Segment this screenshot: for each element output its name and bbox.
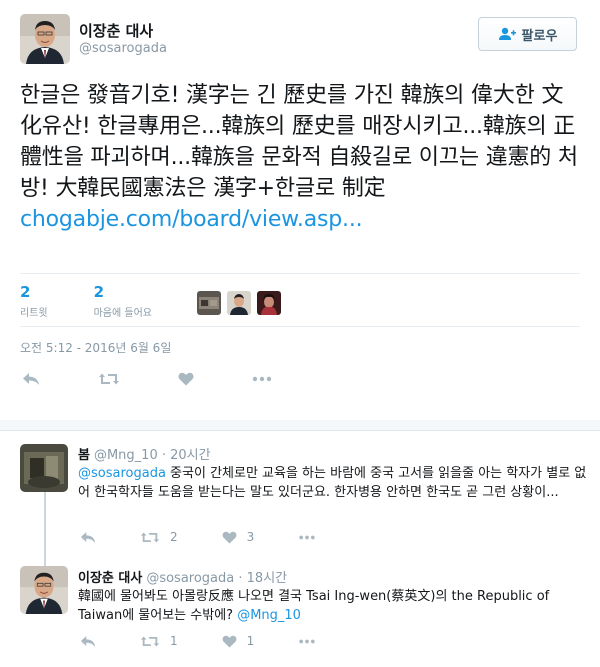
reply-time[interactable]: 18시간 <box>247 571 287 586</box>
reply-avatar[interactable] <box>20 566 68 614</box>
more-button[interactable] <box>298 535 316 540</box>
reply-icon <box>80 635 96 648</box>
like-button[interactable]: 1 <box>222 634 255 648</box>
reply-author-handle[interactable]: @Mng_10 <box>94 448 158 463</box>
reply-header: 이장춘 대사 @sosarogada · 18시간 <box>78 567 287 586</box>
more-icon <box>298 639 316 644</box>
reply-time[interactable]: 20시간 <box>170 448 210 463</box>
reply-author-handle[interactable]: @sosarogada <box>146 571 234 586</box>
more-icon <box>298 535 316 540</box>
follow-button-label: 팔로우 <box>521 28 558 44</box>
retweet-count: 1 <box>170 634 178 648</box>
more-icon <box>252 376 272 382</box>
tweet-stats: 2 리트윗 2 마음에 들어요 <box>20 282 198 319</box>
retweet-count: 2 <box>170 530 178 544</box>
reply-icon <box>80 531 96 544</box>
liker-avatar[interactable] <box>197 291 221 315</box>
reply-button[interactable] <box>22 372 40 386</box>
follow-button[interactable]: 팔로우 <box>478 17 577 51</box>
heart-icon <box>222 635 237 648</box>
reply-mention[interactable]: @sosarogada <box>78 466 166 481</box>
reply-mention[interactable]: @Mng_10 <box>237 608 301 623</box>
reply-actions: 1 1 <box>80 634 360 648</box>
retweet-icon <box>140 635 160 648</box>
reply-icon <box>22 372 40 386</box>
tweet-text: 한글은 發音기호! 漢字는 긴 歷史를 가진 韓族의 偉大한 文化유산! 한글專… <box>20 80 580 235</box>
like-stat[interactable]: 2 마음에 들어요 <box>94 282 152 319</box>
retweet-count: 2 <box>20 283 31 301</box>
liker-avatar[interactable] <box>257 291 281 315</box>
main-tweet: 이장춘 대사 @sosarogada 팔로우 한글은 發音기호! 漢字는 긴 歷… <box>0 0 600 420</box>
retweet-label: 리트윗 <box>20 308 48 319</box>
follow-person-icon <box>498 27 516 41</box>
like-button[interactable] <box>178 372 194 386</box>
reply-header: 봄 @Mng_10 · 20시간 <box>78 444 211 463</box>
retweet-icon <box>98 372 120 386</box>
reply-text: @sosarogada 중국이 간체로만 교육을 하는 바람에 중국 고서를 읽… <box>78 464 588 502</box>
like-count: 1 <box>246 634 255 648</box>
thread-line <box>44 492 46 566</box>
tweet-body: 한글은 發音기호! 漢字는 긴 歷史를 가진 韓族의 偉大한 文化유산! 한글專… <box>20 83 578 201</box>
divider <box>20 326 580 327</box>
reply-button[interactable] <box>80 531 96 544</box>
retweet-button[interactable]: 2 <box>140 530 178 544</box>
retweet-button[interactable]: 1 <box>140 634 178 648</box>
reply-author-name[interactable]: 봄 <box>78 448 90 463</box>
reply-button[interactable] <box>80 635 96 648</box>
tweet-actions <box>22 372 316 386</box>
reply-actions: 2 3 <box>80 530 360 544</box>
author-name[interactable]: 이장춘 대사 <box>79 20 153 41</box>
reply-author-name[interactable]: 이장춘 대사 <box>78 571 142 586</box>
retweet-stat[interactable]: 2 리트윗 <box>20 282 48 319</box>
heart-icon <box>222 531 237 544</box>
more-button[interactable] <box>298 639 316 644</box>
tweet-link[interactable]: chogabje.com/board/view.asp... <box>20 204 580 235</box>
author-avatar[interactable] <box>20 14 70 64</box>
like-label: 마음에 들어요 <box>93 308 152 319</box>
retweet-icon <box>140 531 160 544</box>
like-button[interactable]: 3 <box>222 530 255 544</box>
liker-avatars <box>197 291 281 315</box>
heart-icon <box>178 372 194 386</box>
more-button[interactable] <box>252 376 272 382</box>
reply-avatar[interactable] <box>20 444 68 492</box>
reply-body: 韓國에 물어봐도 아몰랑反應 나오면 결국 Tsai Ing-wen(蔡英文)의… <box>78 589 550 623</box>
like-count: 3 <box>246 530 255 544</box>
liker-avatar[interactable] <box>227 291 251 315</box>
tweet-timestamp[interactable]: 오전 5:12 - 2016년 6월 6일 <box>20 339 171 356</box>
divider <box>20 273 580 274</box>
reply-time-separator: · <box>157 448 171 463</box>
reply-time-separator: · <box>234 571 247 586</box>
author-handle[interactable]: @sosarogada <box>79 41 167 56</box>
reply-text: 韓國에 물어봐도 아몰랑反應 나오면 결국 Tsai Ing-wen(蔡英文)의… <box>78 587 588 625</box>
like-count: 2 <box>93 283 105 301</box>
retweet-button[interactable] <box>98 372 120 386</box>
